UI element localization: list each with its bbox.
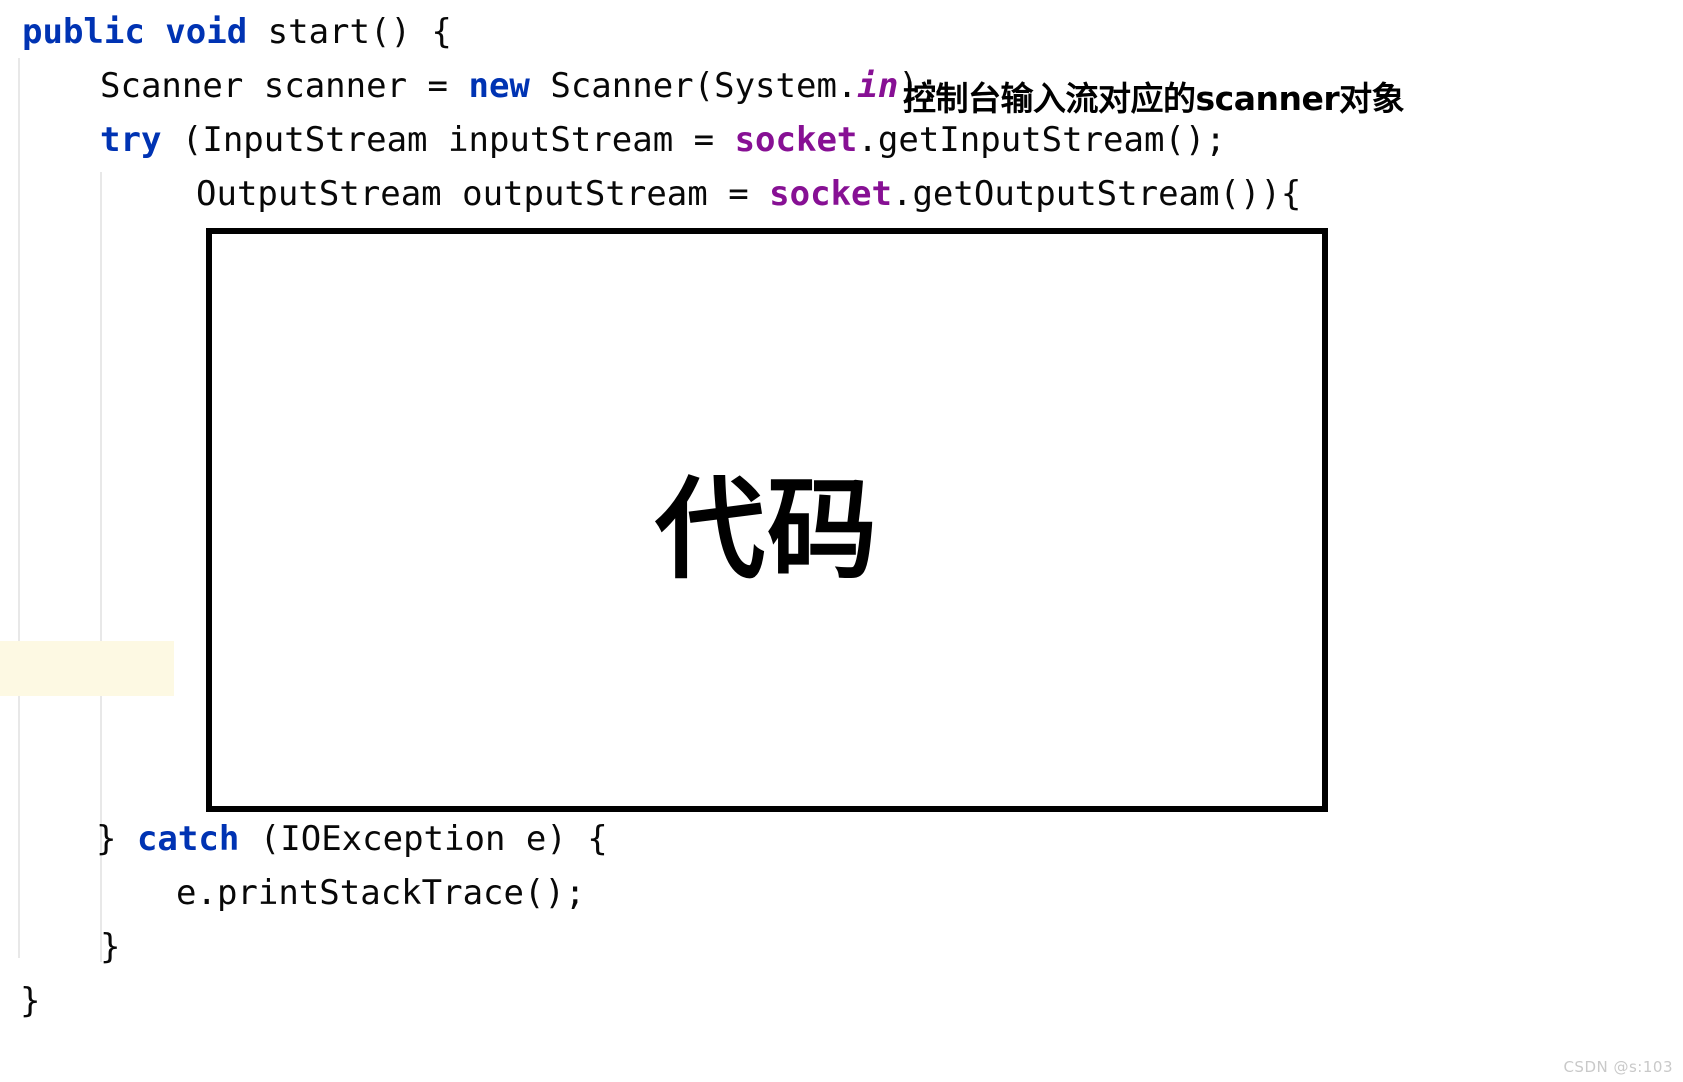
code-token: public void xyxy=(22,12,248,52)
current-line-highlight xyxy=(0,641,174,696)
indent-guide-outer xyxy=(18,58,20,958)
code-line-7[interactable]: } xyxy=(100,927,120,967)
code-line-4[interactable]: OutputStream outputStream = socket.getOu… xyxy=(196,174,1301,214)
watermark: CSDN @s:103 xyxy=(1563,1058,1673,1076)
code-line-5[interactable]: } catch (IOException e) { xyxy=(96,819,608,859)
code-token: .getInputStream(); xyxy=(857,120,1226,160)
code-token: } xyxy=(96,819,137,859)
code-line-1[interactable]: public void start() { xyxy=(22,12,452,52)
code-token: new xyxy=(468,66,530,106)
code-token: } xyxy=(100,927,121,967)
code-token: (InputStream inputStream = xyxy=(161,120,735,160)
code-token: Scanner(System. xyxy=(529,66,858,106)
code-placeholder-box: 代码 xyxy=(206,228,1328,812)
code-token: Scanner scanner = xyxy=(100,66,469,106)
code-line-2[interactable]: Scanner scanner = new Scanner(System.in)… xyxy=(100,66,939,106)
screenshot-root: public void start() { Scanner scanner = … xyxy=(0,0,1683,1082)
code-token: } xyxy=(20,981,41,1021)
code-placeholder-label: 代码 xyxy=(655,466,879,594)
code-token: in xyxy=(857,66,899,106)
code-token: (IOException e) { xyxy=(239,819,608,859)
code-token: e.printStackTrace(); xyxy=(176,873,586,913)
code-token: socket xyxy=(734,120,858,160)
code-token: start() { xyxy=(247,12,452,52)
annotation-note: 控制台输入流对应的scanner对象 xyxy=(903,79,1405,118)
code-token: socket xyxy=(769,174,892,214)
code-token: try xyxy=(100,120,162,160)
code-line-8[interactable]: } xyxy=(20,981,40,1021)
code-token: .getOutputStream()){ xyxy=(891,174,1302,214)
code-line-3[interactable]: try (InputStream inputStream = socket.ge… xyxy=(100,120,1226,160)
code-line-6[interactable]: e.printStackTrace(); xyxy=(176,873,585,913)
code-token: catch xyxy=(136,819,240,859)
code-token: OutputStream outputStream = xyxy=(196,174,770,214)
